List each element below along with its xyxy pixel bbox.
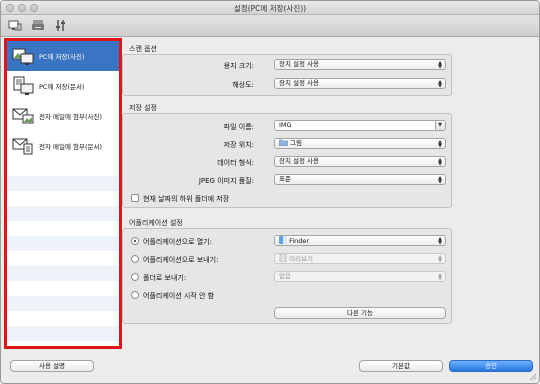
data-format-select[interactable]: 장치 설정 사용 ▲ ▼ [274,156,446,167]
scan-from-operation-panel-icon[interactable] [30,18,46,33]
save-settings-title: 저장 설정 [129,104,157,112]
sidebar-item-label: 전자 메일에 첨부(사진) [39,113,103,121]
scan-from-computer-icon[interactable] [7,18,23,33]
do-not-start-app-radio[interactable] [131,291,139,299]
resize-grip-icon[interactable] [529,373,537,381]
send-to-folder-select[interactable]: 없음 ▲ ▼ [274,271,446,282]
subfolder-checkbox[interactable] [131,194,139,202]
updown-arrow-icon: ▲ ▼ [438,139,442,149]
more-functions-button[interactable]: 다른 기능 [274,307,446,319]
paper-size-label: 용지 크기: [223,62,254,70]
send-to-app-select[interactable]: 미리보기 ▲ ▼ [274,253,446,264]
title-bar: 설정(PC에 저장(사진)) [1,1,539,15]
email-document-icon [12,138,33,155]
updown-arrow-icon: ▲ ▼ [438,157,442,167]
updown-arrow-icon: ▲ ▼ [438,236,442,246]
save-document-icon [13,76,34,95]
ok-button[interactable]: 승인 [449,360,533,372]
save-in-label: 저장 위치: [223,141,254,149]
file-name-label: 파일 이름: [223,123,254,131]
settings-window: 설정(PC에 저장(사진)) PC에 저장(사진) PC에 저장(문서) 전자 … [0,0,540,384]
send-to-folder-radio[interactable] [131,273,139,281]
data-format-label: 데이터 형식: [217,159,254,167]
sidebar-item-save-document[interactable]: PC에 저장(문서) [7,71,119,101]
sidebar-item-email-document[interactable]: 전자 메일에 첨부(문서) [7,131,119,161]
updown-arrow-icon: ▲ ▼ [438,79,442,89]
sidebar-item-label: PC에 저장(문서) [39,83,85,91]
send-to-app-label: 어플리케이션으로 보내기: [143,256,219,264]
resolution-select[interactable]: 장치 설정 사용 ▲ ▼ [274,78,446,89]
sidebar-item-save-photo[interactable]: PC에 저장(사진) [7,41,119,71]
updown-arrow-icon: ▲ ▼ [438,272,442,282]
sidebar-item-label: PC에 저장(사진) [39,53,85,61]
file-name-combo[interactable]: IMG ▼ [274,120,446,131]
scan-options-panel: 용지 크기: 장치 설정 사용 ▲ ▼ 해상도: 장치 설정 사용 ▲ ▼ [122,54,452,96]
toolbar [1,15,539,37]
folder-icon [278,139,289,147]
open-with-app-label: 어플리케이션으로 열기: [143,238,212,246]
updown-arrow-icon: ▲ ▼ [438,60,442,70]
app-settings-title: 어플리케이션 설정 [129,219,183,227]
jpeg-quality-label: JPEG 이미지 품질: [198,177,254,185]
send-to-app-radio[interactable] [131,255,139,263]
defaults-button[interactable]: 기본값 [359,360,443,372]
chevron-down-icon: ▼ [438,122,442,128]
updown-arrow-icon: ▲ ▼ [438,175,442,185]
scan-options-title: 스캔 옵션 [129,45,157,53]
send-to-folder-label: 폴더로 보내기: [143,274,187,282]
updown-arrow-icon: ▲ ▼ [438,254,442,264]
do-not-start-app-label: 어플리케이션 시작 안 함 [143,292,215,300]
paper-size-select[interactable]: 장치 설정 사용 ▲ ▼ [274,59,446,70]
save-settings-panel: 파일 이름: IMG ▼ 저장 위치: 그림 ▲ ▼ 데이터 형식: 장치 설정 … [122,113,452,208]
window-title: 설정(PC에 저장(사진)) [233,4,307,13]
open-with-app-select[interactable]: Finder ▲ ▼ [274,235,446,246]
sidebar-item-email-photo[interactable]: 전자 메일에 첨부(사진) [7,101,119,131]
subfolder-label: 현재 날짜의 하위 폴더에 저장 [143,195,230,203]
jpeg-quality-select[interactable]: 표준 ▲ ▼ [274,174,446,185]
email-photo-icon [12,108,34,124]
open-with-app-radio[interactable] [131,237,139,245]
finder-icon [279,236,287,244]
app-settings-panel: 어플리케이션으로 열기: Finder ▲ ▼ 어플리케이션으로 보내기: 미리보… [122,228,452,324]
save-photo-icon [12,48,34,65]
preview-icon [279,254,287,263]
general-settings-icon[interactable] [53,18,69,33]
sidebar-item-label: 전자 메일에 첨부(문서) [39,143,103,151]
instructions-button[interactable]: 사용 설명 [10,360,94,372]
resolution-label: 해상도: [232,81,254,89]
scan-type-sidebar: PC에 저장(사진) PC에 저장(문서) 전자 메일에 첨부(사진) 전자 메… [4,38,122,349]
save-in-select[interactable]: 그림 ▲ ▼ [274,138,446,149]
